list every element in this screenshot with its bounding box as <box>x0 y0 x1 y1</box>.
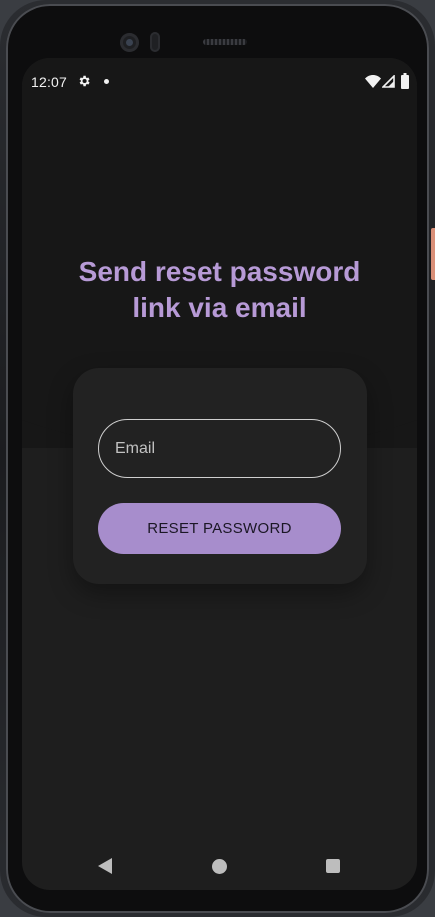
reset-card: RESET PASSWORD <box>73 368 367 584</box>
app-screen: 12:07 Send reset password link via email <box>22 58 417 890</box>
status-bar: 12:07 <box>22 58 417 104</box>
email-field[interactable] <box>98 419 341 478</box>
navigation-bar <box>22 846 417 886</box>
page-title-line1: Send reset password <box>78 256 361 287</box>
wifi-icon <box>365 75 381 88</box>
reset-password-button[interactable]: RESET PASSWORD <box>98 503 341 554</box>
back-icon[interactable] <box>98 858 112 874</box>
page-title: Send reset password link via email <box>42 254 397 326</box>
earpiece-speaker <box>203 39 247 45</box>
side-button <box>431 228 435 280</box>
recents-icon[interactable] <box>326 859 340 873</box>
home-icon[interactable] <box>212 859 227 874</box>
page-title-line2: link via email <box>132 292 307 323</box>
signal-icon <box>382 75 395 88</box>
proximity-sensor <box>150 32 160 52</box>
status-time: 12:07 <box>31 74 68 90</box>
battery-icon <box>401 73 409 89</box>
dot-icon <box>104 79 109 84</box>
gear-icon <box>79 75 90 87</box>
front-camera <box>120 33 139 52</box>
phone-device: 12:07 Send reset password link via email <box>0 0 435 917</box>
